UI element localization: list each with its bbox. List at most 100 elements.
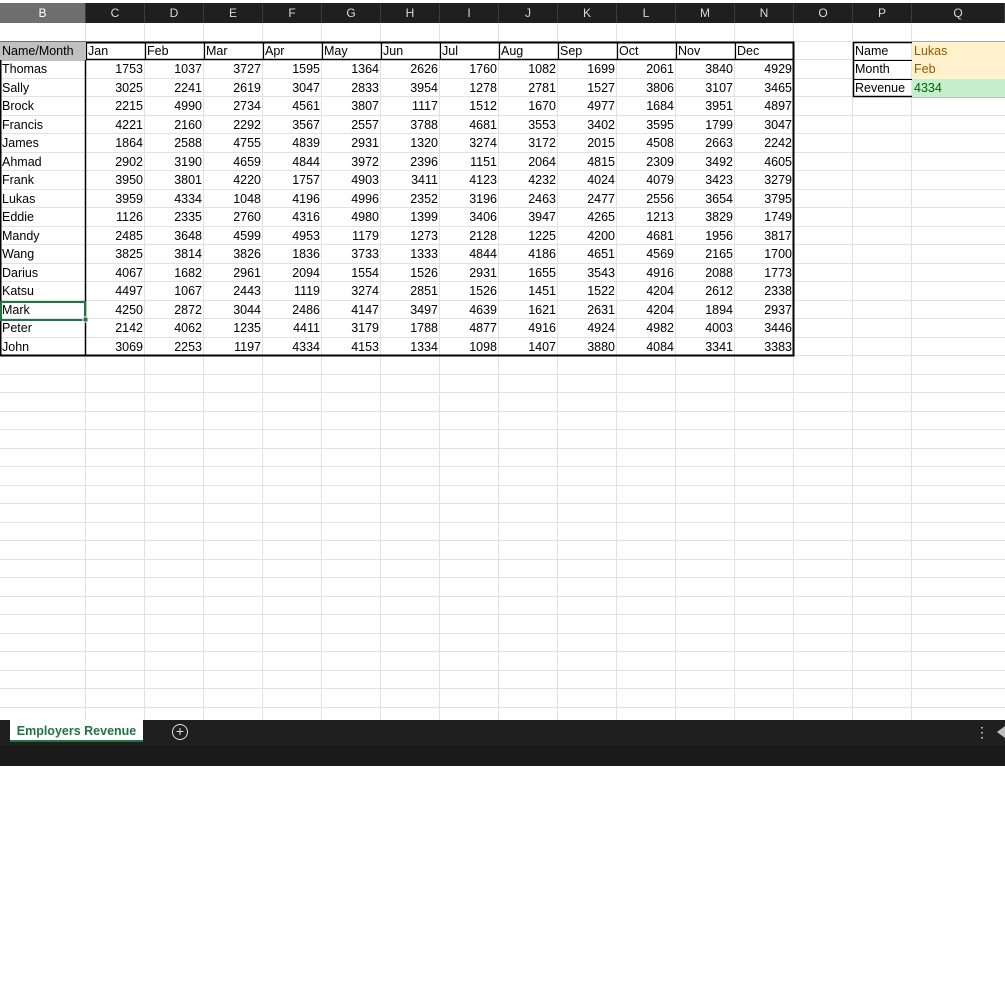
revenue-cell[interactable]: 1048 bbox=[204, 190, 263, 208]
revenue-cell[interactable]: 4982 bbox=[617, 319, 676, 338]
revenue-cell[interactable]: 4903 bbox=[322, 171, 381, 190]
revenue-cell[interactable]: 4067 bbox=[86, 264, 145, 282]
revenue-cell[interactable]: 3543 bbox=[558, 264, 617, 282]
header-cell-aug[interactable]: Aug bbox=[499, 42, 558, 60]
revenue-cell[interactable]: 3951 bbox=[676, 97, 735, 116]
name-cell[interactable]: Sally bbox=[0, 79, 86, 97]
revenue-cell[interactable]: 2663 bbox=[676, 134, 735, 153]
header-cell-apr[interactable]: Apr bbox=[263, 42, 322, 60]
revenue-cell[interactable]: 4316 bbox=[263, 208, 322, 227]
revenue-cell[interactable]: 2128 bbox=[440, 227, 499, 245]
revenue-cell[interactable]: 4844 bbox=[263, 153, 322, 171]
revenue-cell[interactable]: 4755 bbox=[204, 134, 263, 153]
revenue-cell[interactable]: 1527 bbox=[558, 79, 617, 97]
revenue-cell[interactable]: 2160 bbox=[145, 116, 204, 134]
revenue-cell[interactable]: 2734 bbox=[204, 97, 263, 116]
revenue-cell[interactable]: 1526 bbox=[440, 282, 499, 301]
lookup-month-label[interactable]: Month bbox=[853, 60, 912, 79]
revenue-cell[interactable]: 1119 bbox=[263, 282, 322, 301]
revenue-cell[interactable]: 3190 bbox=[145, 153, 204, 171]
header-cell-jul[interactable]: Jul bbox=[440, 42, 499, 60]
revenue-cell[interactable]: 3959 bbox=[86, 190, 145, 208]
revenue-cell[interactable]: 2477 bbox=[558, 190, 617, 208]
revenue-cell[interactable]: 1749 bbox=[735, 208, 794, 227]
revenue-cell[interactable]: 3044 bbox=[204, 301, 263, 319]
revenue-cell[interactable]: 3492 bbox=[676, 153, 735, 171]
revenue-cell[interactable]: 4123 bbox=[440, 171, 499, 190]
revenue-cell[interactable]: 4844 bbox=[440, 245, 499, 264]
revenue-cell[interactable]: 2396 bbox=[381, 153, 440, 171]
column-header-o[interactable]: O bbox=[794, 3, 853, 23]
revenue-cell[interactable]: 3733 bbox=[322, 245, 381, 264]
name-cell[interactable]: Lukas bbox=[0, 190, 86, 208]
revenue-cell[interactable]: 3553 bbox=[499, 116, 558, 134]
revenue-cell[interactable]: 4497 bbox=[86, 282, 145, 301]
column-header-j[interactable]: J bbox=[499, 3, 558, 23]
revenue-cell[interactable]: 3047 bbox=[263, 79, 322, 97]
header-cell-nov[interactable]: Nov bbox=[676, 42, 735, 60]
revenue-cell[interactable]: 4924 bbox=[558, 319, 617, 338]
revenue-cell[interactable]: 3411 bbox=[381, 171, 440, 190]
revenue-cell[interactable]: 2631 bbox=[558, 301, 617, 319]
revenue-cell[interactable]: 2557 bbox=[322, 116, 381, 134]
revenue-cell[interactable]: 4062 bbox=[145, 319, 204, 338]
name-cell[interactable]: Darius bbox=[0, 264, 86, 282]
revenue-cell[interactable]: 2309 bbox=[617, 153, 676, 171]
revenue-cell[interactable]: 1836 bbox=[263, 245, 322, 264]
revenue-cell[interactable]: 4639 bbox=[440, 301, 499, 319]
column-header-m[interactable]: M bbox=[676, 3, 735, 23]
vertical-ellipsis-icon[interactable]: ⋮ bbox=[975, 724, 989, 740]
revenue-cell[interactable]: 3829 bbox=[676, 208, 735, 227]
revenue-cell[interactable]: 3446 bbox=[735, 319, 794, 338]
revenue-cell[interactable]: 3497 bbox=[381, 301, 440, 319]
revenue-cell[interactable]: 3880 bbox=[558, 338, 617, 356]
revenue-cell[interactable]: 2626 bbox=[381, 60, 440, 79]
revenue-cell[interactable]: 1512 bbox=[440, 97, 499, 116]
revenue-cell[interactable]: 3196 bbox=[440, 190, 499, 208]
cell-grid[interactable]: Name/Month Jan Feb Mar Apr May Jun Jul Aug Sep Oct… bbox=[0, 23, 1005, 720]
header-cell-feb[interactable]: Feb bbox=[145, 42, 204, 60]
revenue-cell[interactable]: 4204 bbox=[617, 282, 676, 301]
revenue-cell[interactable]: 3648 bbox=[145, 227, 204, 245]
column-header-n[interactable]: N bbox=[735, 3, 794, 23]
column-header-b[interactable]: B bbox=[0, 3, 86, 23]
revenue-cell[interactable]: 2931 bbox=[440, 264, 499, 282]
revenue-cell[interactable]: 3947 bbox=[499, 208, 558, 227]
revenue-cell[interactable]: 2338 bbox=[735, 282, 794, 301]
revenue-cell[interactable]: 3595 bbox=[617, 116, 676, 134]
revenue-cell[interactable]: 1399 bbox=[381, 208, 440, 227]
revenue-cell[interactable]: 1278 bbox=[440, 79, 499, 97]
header-cell-name-month[interactable]: Name/Month bbox=[0, 42, 86, 60]
revenue-cell[interactable]: 1197 bbox=[204, 338, 263, 356]
revenue-cell[interactable]: 4877 bbox=[440, 319, 499, 338]
revenue-cell[interactable]: 4681 bbox=[440, 116, 499, 134]
revenue-cell[interactable]: 3274 bbox=[440, 134, 499, 153]
revenue-cell[interactable]: 4200 bbox=[558, 227, 617, 245]
revenue-cell[interactable]: 4147 bbox=[322, 301, 381, 319]
revenue-cell[interactable]: 4990 bbox=[145, 97, 204, 116]
revenue-cell[interactable]: 2064 bbox=[499, 153, 558, 171]
revenue-cell[interactable]: 2781 bbox=[499, 79, 558, 97]
revenue-cell[interactable]: 4196 bbox=[263, 190, 322, 208]
revenue-cell[interactable]: 1117 bbox=[381, 97, 440, 116]
name-cell[interactable]: Frank bbox=[0, 171, 86, 190]
revenue-cell[interactable]: 3172 bbox=[499, 134, 558, 153]
revenue-cell[interactable]: 3801 bbox=[145, 171, 204, 190]
lookup-name-label[interactable]: Name bbox=[853, 42, 912, 60]
revenue-cell[interactable]: 1682 bbox=[145, 264, 204, 282]
header-cell-jan[interactable]: Jan bbox=[86, 42, 145, 60]
revenue-cell[interactable]: 1235 bbox=[204, 319, 263, 338]
revenue-cell[interactable]: 1655 bbox=[499, 264, 558, 282]
revenue-cell[interactable]: 1864 bbox=[86, 134, 145, 153]
column-header-f[interactable]: F bbox=[263, 3, 322, 23]
revenue-cell[interactable]: 1098 bbox=[440, 338, 499, 356]
revenue-cell[interactable]: 3795 bbox=[735, 190, 794, 208]
name-cell[interactable]: Francis bbox=[0, 116, 86, 134]
column-header-g[interactable]: G bbox=[322, 3, 381, 23]
column-header-l[interactable]: L bbox=[617, 3, 676, 23]
revenue-cell[interactable]: 4561 bbox=[263, 97, 322, 116]
name-cell[interactable]: Mandy bbox=[0, 227, 86, 245]
revenue-cell[interactable]: 4411 bbox=[263, 319, 322, 338]
revenue-cell[interactable]: 4651 bbox=[558, 245, 617, 264]
lookup-revenue-output[interactable]: 4334 bbox=[912, 79, 1005, 97]
